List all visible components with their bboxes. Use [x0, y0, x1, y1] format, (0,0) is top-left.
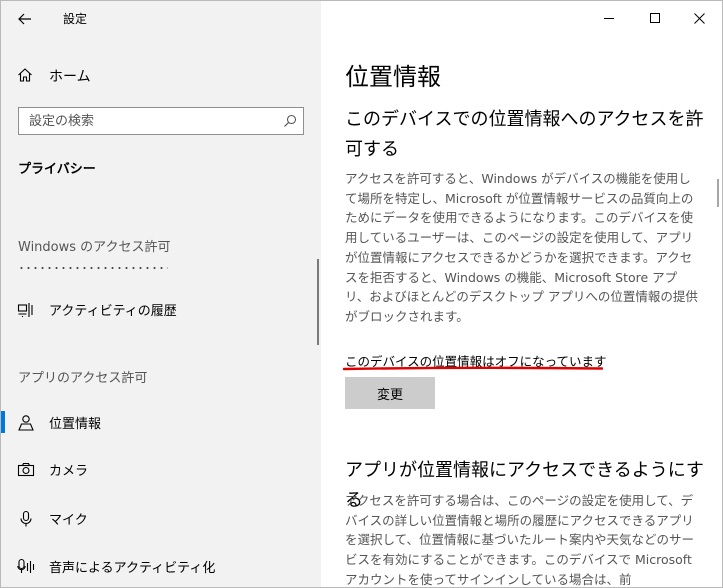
section-app-permissions: アプリのアクセス許可 [18, 371, 148, 386]
nav-item-location[interactable]: 位置情報 [1, 405, 319, 439]
clipped-nav-item [18, 266, 168, 270]
nav-item-home[interactable]: ホーム [1, 59, 321, 91]
app-location-description: アクセスを許可する場合は、このページの設定を使用して、デバイスの詳しい位置情報と… [345, 493, 695, 587]
settings-window: 設定 ホーム プライバシー Windows のアクセス許可 アクティビティの履歴… [0, 0, 723, 588]
device-location-description: アクセスを許可すると、Windows がデバイスの機能を使用して場所を特定し、M… [345, 171, 698, 324]
change-button[interactable]: 変更 [345, 377, 435, 409]
nav-item-camera[interactable]: カメラ [1, 452, 319, 486]
camera-label: カメラ [49, 464, 89, 479]
close-icon [693, 12, 705, 24]
search-input[interactable] [19, 108, 279, 134]
search-icon[interactable] [283, 114, 297, 128]
voice-activation-icon [17, 558, 35, 573]
window-title: 設定 [63, 12, 88, 26]
activity-history-label: アクティビティの履歴 [49, 304, 177, 319]
home-label: ホーム [49, 69, 91, 85]
minimize-button[interactable] [586, 1, 632, 35]
back-button[interactable] [11, 7, 39, 31]
microphone-icon [20, 510, 32, 527]
category-heading: プライバシー [18, 162, 96, 177]
minimize-icon [603, 17, 614, 19]
navigation-pane: 設定 ホーム プライバシー Windows のアクセス許可 アクティビティの履歴… [1, 1, 321, 587]
activity-history-icon [17, 303, 33, 317]
close-button[interactable] [676, 1, 722, 35]
nav-item-voice-activation[interactable]: 音声によるアクティビティ化 [1, 549, 319, 583]
section-windows-permissions: Windows のアクセス許可 [18, 240, 171, 255]
back-arrow-icon [18, 13, 31, 25]
microphone-label: マイク [49, 513, 88, 528]
nav-item-activity-history[interactable]: アクティビティの履歴 [1, 292, 319, 326]
voice-activation-label: 音声によるアクティビティ化 [49, 561, 216, 576]
page-title: 位置情報 [345, 63, 441, 91]
content-scrollbar[interactable] [717, 179, 719, 207]
maximize-icon [649, 12, 660, 23]
location-icon [18, 415, 34, 431]
title-bar: 設定 [1, 1, 321, 35]
settings-search-box[interactable] [18, 107, 304, 135]
home-icon [18, 68, 32, 82]
maximize-button[interactable] [632, 1, 678, 35]
nav-item-microphone[interactable]: マイク [1, 501, 319, 535]
nav-scrollbar[interactable] [317, 259, 319, 345]
camera-icon [17, 462, 35, 477]
content-pane: 位置情報 このデバイスでの位置情報へのアクセスを許可する アクセスを許可すると、… [321, 1, 722, 587]
location-label: 位置情報 [49, 417, 102, 432]
red-underline-annotation [343, 366, 603, 371]
device-location-heading: このデバイスでの位置情報へのアクセスを許可する [345, 109, 704, 160]
